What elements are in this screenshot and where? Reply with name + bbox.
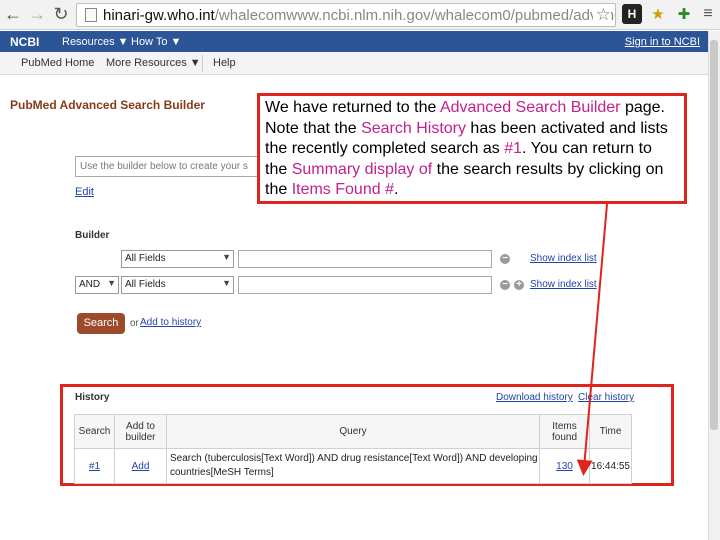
callout-arrow [576,203,608,476]
scrollbar-thumb[interactable] [710,40,718,430]
